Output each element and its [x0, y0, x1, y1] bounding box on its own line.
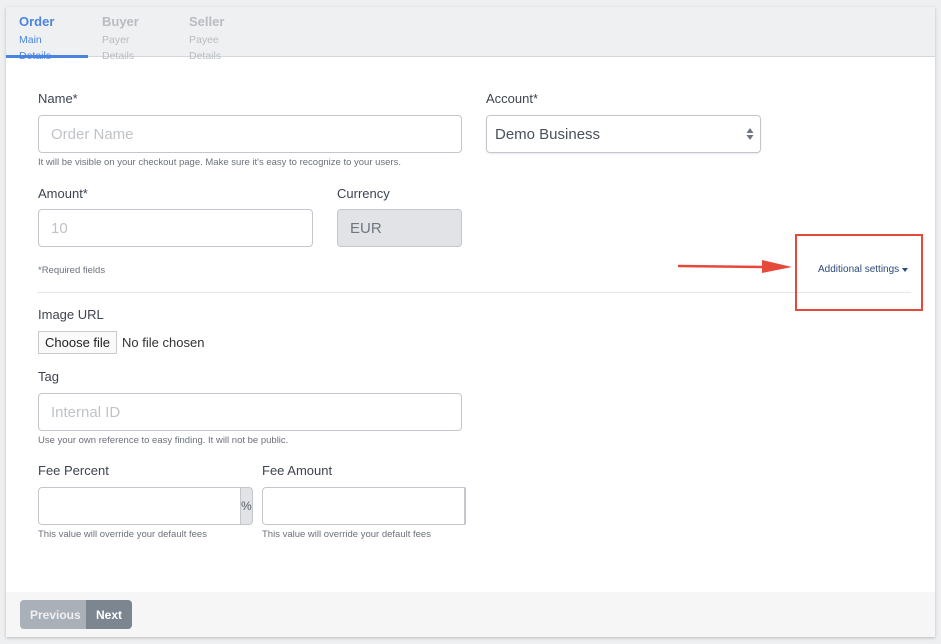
fee-percent-input[interactable]: [38, 487, 240, 525]
tab-buyer[interactable]: Buyer Payer Details: [89, 7, 175, 62]
amount-input[interactable]: [38, 209, 313, 247]
select-arrows-icon: [746, 128, 754, 140]
previous-button[interactable]: Previous: [20, 600, 86, 629]
additional-settings-toggle[interactable]: Additional settings: [818, 264, 909, 275]
tag-input[interactable]: [38, 393, 462, 431]
name-help-text: It will be visible on your checkout page…: [38, 157, 401, 168]
section-divider: [37, 292, 911, 293]
required-fields-note: *Required fields: [38, 265, 106, 276]
form-footer: Previous Next: [6, 592, 935, 637]
account-select[interactable]: Demo Business: [486, 115, 761, 153]
wizard-nav-buttons: Previous Next: [20, 600, 132, 629]
tab-buyer-subtitle: Payer Details: [102, 34, 135, 62]
tab-order-title: Order: [19, 14, 55, 29]
additional-settings-label: Additional settings: [818, 264, 900, 275]
caret-down-icon: [902, 267, 909, 272]
wizard-tabs: Order Main Details Buyer Payer Details S…: [6, 7, 935, 62]
currency-field: EUR: [337, 209, 462, 247]
fee-percent-label: Fee Percent: [38, 463, 109, 478]
tag-label: Tag: [38, 369, 59, 384]
tab-seller[interactable]: Seller Payee Details: [176, 7, 266, 62]
tag-help-text: Use your own reference to easy finding. …: [38, 435, 289, 446]
fee-amount-input[interactable]: [262, 487, 464, 525]
image-url-label: Image URL: [38, 307, 104, 322]
fee-percent-group: %: [38, 487, 253, 525]
image-file-picker: Choose file No file chosen: [38, 331, 204, 354]
amount-label: Amount*: [38, 186, 88, 201]
tab-order[interactable]: Order Main Details: [6, 7, 88, 62]
fee-amount-group: [262, 487, 466, 525]
order-form-card: Order Main Details Buyer Payer Details S…: [6, 7, 935, 637]
fee-amount-label: Fee Amount: [262, 463, 333, 478]
next-button[interactable]: Next: [86, 600, 132, 629]
name-label: Name*: [38, 91, 78, 106]
currency-label: Currency: [337, 186, 390, 201]
annotation-arrow-icon: [678, 260, 792, 273]
currency-addon: [464, 487, 466, 525]
percent-addon: %: [240, 487, 253, 525]
currency-value: EUR: [350, 219, 382, 237]
fee-percent-help-text: This value will override your default fe…: [38, 529, 207, 540]
tab-order-subtitle: Main Details: [19, 34, 52, 62]
tab-seller-subtitle: Payee Details: [189, 34, 222, 62]
account-label: Account*: [486, 91, 539, 106]
choose-file-button[interactable]: Choose file: [38, 331, 118, 354]
account-selected-value: Demo Business: [495, 125, 601, 143]
order-name-input[interactable]: [38, 115, 462, 153]
tab-buyer-title: Buyer: [102, 14, 139, 29]
fee-amount-help-text: This value will override your default fe…: [262, 529, 431, 540]
file-status-text: No file chosen: [122, 335, 205, 350]
tab-seller-title: Seller: [189, 14, 225, 29]
